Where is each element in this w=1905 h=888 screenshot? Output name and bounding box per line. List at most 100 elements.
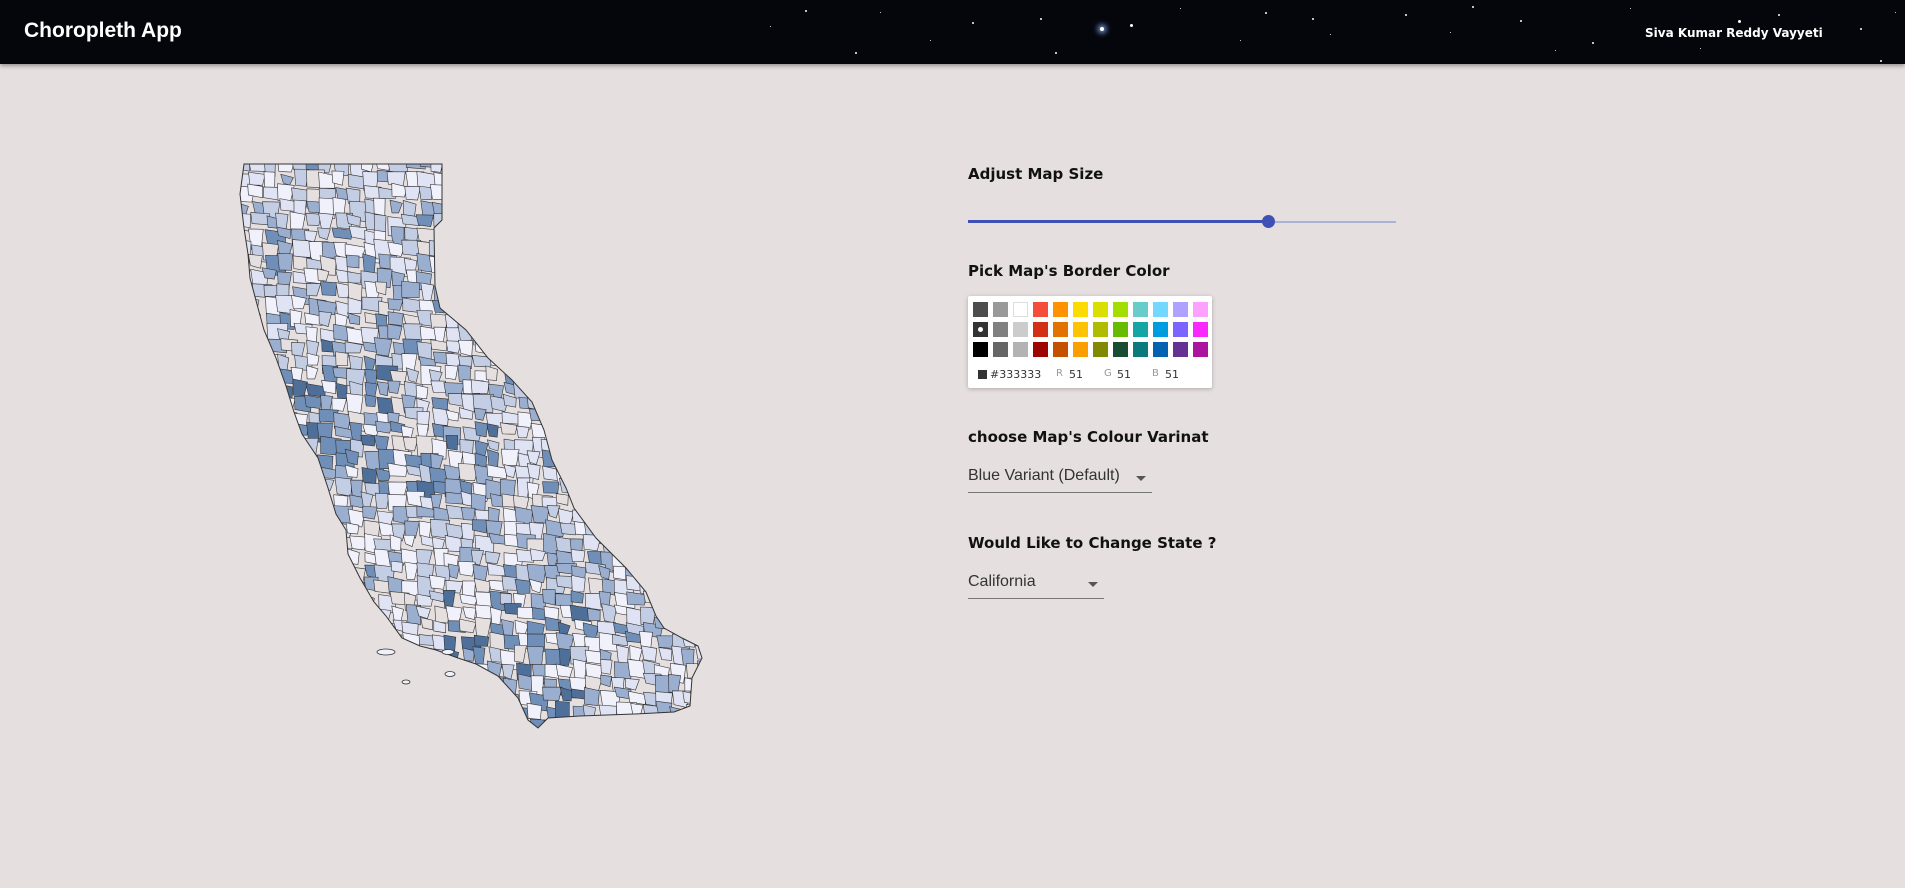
map-region[interactable] [658,647,673,661]
map-region[interactable] [360,434,376,447]
map-region[interactable] [461,239,477,256]
map-region[interactable] [474,282,493,301]
map-region[interactable] [472,229,490,247]
map-region[interactable] [236,283,252,298]
map-region[interactable] [571,224,588,242]
map-region[interactable] [598,370,619,391]
map-region[interactable] [642,451,659,467]
map-region[interactable] [445,188,467,202]
map-region[interactable] [445,687,460,706]
map-region[interactable] [503,356,521,377]
map-region[interactable] [658,523,677,537]
map-region[interactable] [700,410,718,424]
map-region[interactable] [346,548,360,565]
map-region[interactable] [346,702,365,725]
map-region[interactable] [335,717,357,730]
map-region[interactable] [279,646,296,668]
map-region[interactable] [640,645,658,662]
map-region[interactable] [471,689,492,706]
map-region[interactable] [250,212,271,226]
map-region[interactable] [668,225,686,238]
map-region[interactable] [348,566,366,584]
map-region[interactable] [657,173,677,195]
map-region[interactable] [557,621,571,635]
map-region[interactable] [317,603,339,620]
choropleth-map[interactable] [236,158,732,730]
map-region[interactable] [250,603,268,618]
map-region[interactable] [555,228,569,247]
map-region[interactable] [238,563,251,580]
map-region[interactable] [318,645,331,665]
map-region[interactable] [642,533,657,550]
map-region[interactable] [389,704,406,724]
map-region[interactable] [248,160,267,172]
map-region[interactable] [502,393,517,408]
map-region[interactable] [587,380,608,395]
map-region[interactable] [461,172,477,193]
map-region[interactable] [387,298,404,311]
map-region[interactable] [390,560,404,573]
map-region[interactable] [361,467,377,485]
map-region[interactable] [572,168,592,191]
map-region[interactable] [262,535,280,549]
map-region[interactable] [598,435,615,450]
map-region[interactable] [513,716,532,730]
map-region[interactable] [544,323,562,345]
map-region[interactable] [695,285,707,303]
map-region[interactable] [613,440,630,461]
island-region[interactable] [441,649,455,655]
map-region[interactable] [681,282,698,298]
map-region[interactable] [265,703,282,723]
map-region[interactable] [360,661,378,683]
map-region[interactable] [670,410,685,429]
map-region[interactable] [430,715,445,730]
map-region[interactable] [317,562,330,578]
map-region[interactable] [333,576,346,597]
map-region[interactable] [428,255,447,275]
map-region[interactable] [248,392,269,406]
map-region[interactable] [684,579,697,592]
map-region[interactable] [263,382,279,403]
map-region[interactable] [624,296,643,316]
map-region[interactable] [670,492,682,512]
map-region[interactable] [261,396,283,410]
map-region[interactable] [332,537,345,552]
map-region[interactable] [487,562,506,576]
map-region[interactable] [611,381,627,402]
map-region[interactable] [613,395,630,409]
map-region[interactable] [630,702,644,719]
map-region[interactable] [488,311,508,325]
map-region[interactable] [682,202,695,219]
map-region[interactable] [420,282,435,303]
map-region[interactable] [460,158,476,169]
map-region[interactable] [611,299,630,318]
map-region[interactable] [238,687,257,705]
map-region[interactable] [571,240,587,255]
map-region[interactable] [335,692,348,711]
map-region[interactable] [503,691,519,704]
map-region[interactable] [247,467,264,489]
map-region[interactable] [653,396,669,410]
map-region[interactable] [642,338,663,359]
map-region[interactable] [361,631,382,651]
map-region[interactable] [573,716,588,730]
map-region[interactable] [500,448,520,467]
map-region[interactable] [252,453,267,471]
map-region[interactable] [333,658,353,680]
map-region[interactable] [499,308,522,327]
map-region[interactable] [697,325,712,343]
map-region[interactable] [263,480,284,497]
map-size-slider[interactable] [968,212,1396,232]
map-region[interactable] [671,267,685,282]
map-region[interactable] [402,436,419,452]
map-region[interactable] [321,673,337,691]
map-region[interactable] [597,158,612,173]
map-region[interactable] [654,381,672,400]
map-region[interactable] [392,676,405,697]
map-region[interactable] [584,479,599,493]
map-region[interactable] [391,687,412,708]
map-region[interactable] [685,183,702,197]
map-region[interactable] [559,648,573,666]
map-region[interactable] [626,714,643,730]
map-region[interactable] [640,563,660,579]
